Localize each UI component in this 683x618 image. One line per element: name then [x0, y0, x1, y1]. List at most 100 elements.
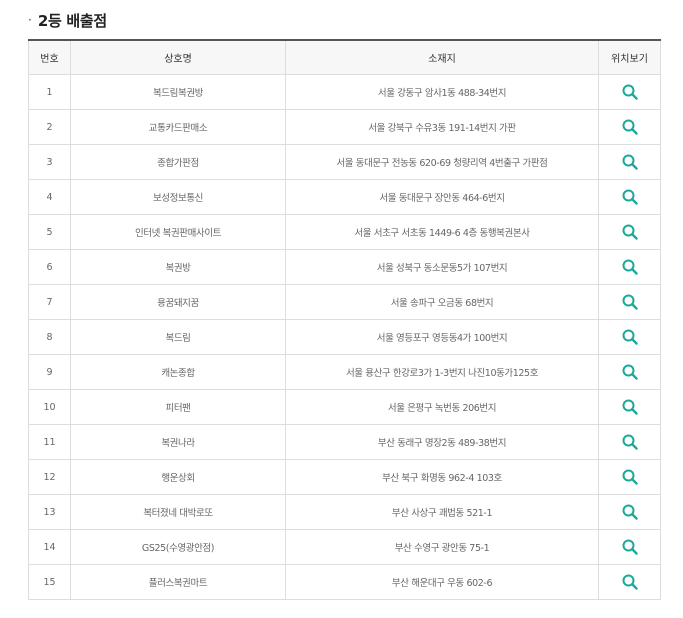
- table-row: 6 복권방 서울 성북구 동소문동5가 107번지: [28, 249, 661, 285]
- table-row: 10 피터팬 서울 은평구 녹번동 206번지: [28, 389, 661, 425]
- row-map-cell: [598, 529, 661, 565]
- map-view-button[interactable]: [621, 433, 639, 451]
- row-address: 서울 은평구 녹번동 206번지: [285, 389, 599, 425]
- table-row: 13 복터졌네 대박로또 부산 사상구 괘법동 521-1: [28, 494, 661, 530]
- search-icon[interactable]: [621, 258, 639, 276]
- search-icon[interactable]: [621, 328, 639, 346]
- search-icon[interactable]: [621, 468, 639, 486]
- row-number: 2: [28, 109, 71, 145]
- row-store-name: 행운상회: [70, 459, 286, 495]
- search-icon[interactable]: [621, 153, 639, 171]
- map-view-button[interactable]: [621, 328, 639, 346]
- table-row: 15 플러스복권마트 부산 해운대구 우동 602-6: [28, 564, 661, 600]
- row-store-name: 용꿈돼지꿈: [70, 284, 286, 320]
- search-icon[interactable]: [621, 293, 639, 311]
- row-number: 13: [28, 494, 71, 530]
- map-view-button[interactable]: [621, 293, 639, 311]
- winners-table: 번호 상호명 소재지 위치보기 1 복드림복권방 서울 강동구 암사1동 488-3…: [28, 39, 661, 600]
- row-store-name: 복권나라: [70, 424, 286, 460]
- row-map-cell: [598, 144, 661, 180]
- section-title: · 2등 배출점: [28, 8, 107, 32]
- row-address: 서울 송파구 오금동 68번지: [285, 284, 599, 320]
- row-map-cell: [598, 354, 661, 390]
- map-view-button[interactable]: [621, 188, 639, 206]
- row-store-name: GS25(수영광안점): [70, 529, 286, 565]
- map-view-button[interactable]: [621, 468, 639, 486]
- row-map-cell: [598, 214, 661, 250]
- row-address: 서울 강북구 수유3동 191-14번지 가판: [285, 109, 599, 145]
- search-icon[interactable]: [621, 398, 639, 416]
- row-map-cell: [598, 389, 661, 425]
- row-store-name: 복드림: [70, 319, 286, 355]
- table-row: 14 GS25(수영광안점) 부산 수영구 광안동 75-1: [28, 529, 661, 565]
- row-map-cell: [598, 564, 661, 600]
- row-address: 부산 북구 화명동 962-4 103호: [285, 459, 599, 495]
- row-address: 서울 동대문구 전농동 620-69 청량리역 4번출구 가판점: [285, 144, 599, 180]
- row-map-cell: [598, 459, 661, 495]
- map-view-button[interactable]: [621, 258, 639, 276]
- search-icon[interactable]: [621, 223, 639, 241]
- map-view-button[interactable]: [621, 153, 639, 171]
- row-store-name: 복권방: [70, 249, 286, 285]
- row-address: 서울 영등포구 영등동4가 100번지: [285, 319, 599, 355]
- row-store-name: 복터졌네 대박로또: [70, 494, 286, 530]
- table-row: 7 용꿈돼지꿈 서울 송파구 오금동 68번지: [28, 284, 661, 320]
- map-view-button[interactable]: [621, 83, 639, 101]
- row-address: 부산 동래구 명장2동 489-38번지: [285, 424, 599, 460]
- row-map-cell: [598, 494, 661, 530]
- row-store-name: 인터넷 복권판매사이트: [70, 214, 286, 250]
- row-number: 4: [28, 179, 71, 215]
- section-title-text: 2등 배출점: [37, 11, 107, 30]
- map-view-button[interactable]: [621, 223, 639, 241]
- row-address: 부산 사상구 괘법동 521-1: [285, 494, 599, 530]
- row-map-cell: [598, 74, 661, 110]
- row-number: 9: [28, 354, 71, 390]
- table-row: 1 복드림복권방 서울 강동구 암사1동 488-34번지: [28, 74, 661, 110]
- map-view-button[interactable]: [621, 363, 639, 381]
- row-number: 5: [28, 214, 71, 250]
- row-address: 부산 해운대구 우동 602-6: [285, 564, 599, 600]
- row-map-cell: [598, 179, 661, 215]
- search-icon[interactable]: [621, 433, 639, 451]
- row-number: 14: [28, 529, 71, 565]
- map-view-button[interactable]: [621, 538, 639, 556]
- row-map-cell: [598, 424, 661, 460]
- map-view-button[interactable]: [621, 398, 639, 416]
- search-icon[interactable]: [621, 503, 639, 521]
- row-number: 12: [28, 459, 71, 495]
- row-store-name: 플러스복권마트: [70, 564, 286, 600]
- row-number: 11: [28, 424, 71, 460]
- row-number: 8: [28, 319, 71, 355]
- map-view-button[interactable]: [621, 573, 639, 591]
- search-icon[interactable]: [621, 188, 639, 206]
- row-number: 10: [28, 389, 71, 425]
- map-view-button[interactable]: [621, 118, 639, 136]
- row-store-name: 캐논종합: [70, 354, 286, 390]
- row-store-name: 보성정보통신: [70, 179, 286, 215]
- map-view-button[interactable]: [621, 503, 639, 521]
- table-row: 3 종합가판점 서울 동대문구 전농동 620-69 청량리역 4번출구 가판점: [28, 144, 661, 180]
- row-map-cell: [598, 249, 661, 285]
- row-number: 6: [28, 249, 71, 285]
- search-icon[interactable]: [621, 83, 639, 101]
- row-number: 15: [28, 564, 71, 600]
- row-address: 서울 용산구 한강로3가 1-3번지 나진10동가125호: [285, 354, 599, 390]
- row-store-name: 복드림복권방: [70, 74, 286, 110]
- title-bullet: ·: [28, 13, 32, 27]
- table-body: 1 복드림복권방 서울 강동구 암사1동 488-34번지 2 교통카드판매소 서울 강북…: [28, 74, 661, 600]
- row-map-cell: [598, 109, 661, 145]
- header-address: 소재지: [285, 39, 599, 75]
- search-icon[interactable]: [621, 118, 639, 136]
- row-store-name: 피터팬: [70, 389, 286, 425]
- search-icon[interactable]: [621, 363, 639, 381]
- table-header-row: 번호 상호명 소재지 위치보기: [28, 39, 661, 75]
- search-icon[interactable]: [621, 573, 639, 591]
- table-row: 9 캐논종합 서울 용산구 한강로3가 1-3번지 나진10동가125호: [28, 354, 661, 390]
- search-icon[interactable]: [621, 538, 639, 556]
- table-row: 4 보성정보통신 서울 동대문구 장안동 464-6번지: [28, 179, 661, 215]
- row-address: 부산 수영구 광안동 75-1: [285, 529, 599, 565]
- row-store-name: 교통카드판매소: [70, 109, 286, 145]
- row-map-cell: [598, 284, 661, 320]
- table-row: 2 교통카드판매소 서울 강북구 수유3동 191-14번지 가판: [28, 109, 661, 145]
- row-number: 1: [28, 74, 71, 110]
